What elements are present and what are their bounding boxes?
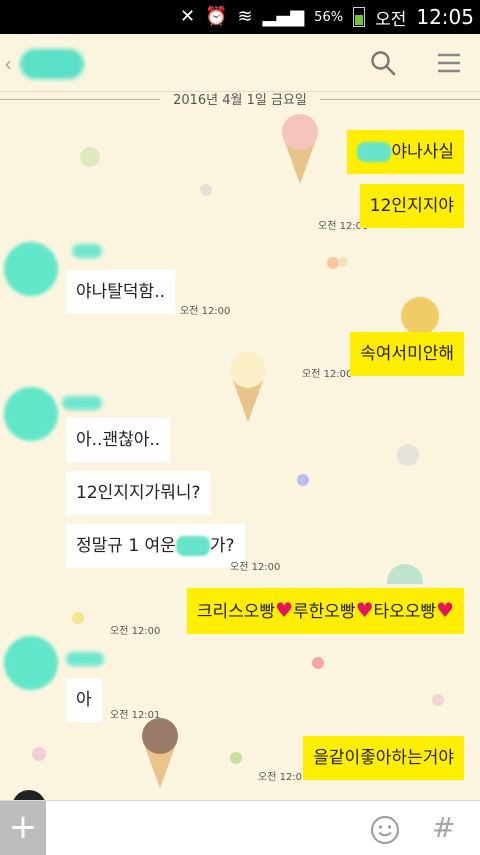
time-period: 오전 <box>375 9 407 30</box>
message-timestamp: 오전 12:00 <box>180 306 231 317</box>
redacted-name <box>175 536 210 556</box>
other-message-bubble[interactable]: 정말규 1 여운 가? <box>66 524 245 568</box>
message-timestamp: 오전 12:00 <box>302 369 353 380</box>
decoration-dot <box>72 612 84 624</box>
decoration-dot <box>80 147 100 167</box>
back-icon[interactable]: ‹ <box>4 52 12 76</box>
message-timestamp: 오전 12:00 <box>110 626 161 637</box>
clock: 12:05 <box>416 5 474 29</box>
ice-cream-icon <box>230 352 266 422</box>
avatar[interactable] <box>12 790 46 800</box>
signal-icon: ▂▄▆ <box>262 6 305 27</box>
message-timestamp: 오전 12:00 <box>230 562 281 573</box>
other-message-bubble[interactable]: 아..괜찮아.. <box>66 418 171 462</box>
my-message-bubble[interactable]: 12인지지야 <box>359 184 464 228</box>
my-message-bubble[interactable]: 크리스오빵♥루한오빵♥타오오빵♥ <box>186 588 464 634</box>
message-input[interactable] <box>56 811 356 845</box>
avatar[interactable] <box>4 242 58 296</box>
search-icon[interactable] <box>370 50 396 76</box>
hash-icon[interactable]: # <box>432 811 455 844</box>
avatar[interactable] <box>4 387 58 441</box>
decoration-dot <box>230 752 242 764</box>
other-message-bubble[interactable]: 아 <box>66 678 102 722</box>
decoration-dot <box>200 184 212 196</box>
message-timestamp: 오전 12:01 <box>258 772 309 783</box>
heart-icon: ♥ <box>275 598 293 622</box>
sender-name-redacted <box>66 652 104 666</box>
alarm-icon: ⏰ <box>205 6 228 27</box>
message-input-bar: + # <box>0 800 480 855</box>
date-label: 2016년 4월 1일 금요일 <box>160 92 320 108</box>
my-message-bubble[interactable]: 을같이좋아하는거야 <box>303 736 464 780</box>
ice-cream-icon <box>401 297 439 335</box>
menu-icon[interactable] <box>436 50 462 76</box>
date-divider: 2016년 4월 1일 금요일 <box>0 92 480 108</box>
heart-icon: ♥ <box>436 598 454 622</box>
decoration-dot <box>338 257 348 267</box>
decoration-dot <box>397 444 419 466</box>
wifi-icon: ≋ <box>237 6 253 27</box>
battery-percent: 56% <box>314 9 344 25</box>
chat-header: ‹ <box>0 34 480 92</box>
my-message-bubble[interactable]: 속여서미안해 <box>350 332 464 376</box>
mute-icon: ✕ <box>180 6 196 27</box>
attach-plus-button[interactable]: + <box>0 801 46 855</box>
redacted-name <box>357 142 392 162</box>
ice-cream-icon <box>387 564 423 584</box>
chat-title-redacted <box>20 49 84 79</box>
decoration-dot <box>432 694 444 706</box>
ice-cream-icon <box>282 114 318 184</box>
ice-cream-icon <box>142 718 178 788</box>
heart-icon: ♥ <box>355 598 374 622</box>
message-timestamp: 오전 12:01 <box>110 710 161 721</box>
status-bar: ✕ ⏰ ≋ ▂▄▆ 56% 오전 12:05 <box>0 0 480 34</box>
other-message-bubble[interactable]: 야나탈덕함.. <box>66 270 176 314</box>
emoji-icon[interactable] <box>370 815 400 845</box>
other-message-bubble[interactable]: 12인지지가뭐니? <box>66 471 211 515</box>
chat-area[interactable]: 2016년 4월 1일 금요일 야나사실 오전 12:00 12인지지야 야나탈… <box>0 92 480 800</box>
sender-name-redacted <box>72 244 102 258</box>
decoration-dot <box>32 747 46 761</box>
battery-icon <box>353 7 366 27</box>
avatar[interactable] <box>4 636 58 690</box>
my-message-bubble[interactable]: 야나사실 <box>347 130 464 174</box>
decoration-dot <box>312 657 324 669</box>
sender-name-redacted <box>62 396 102 410</box>
decoration-dot <box>297 474 309 486</box>
